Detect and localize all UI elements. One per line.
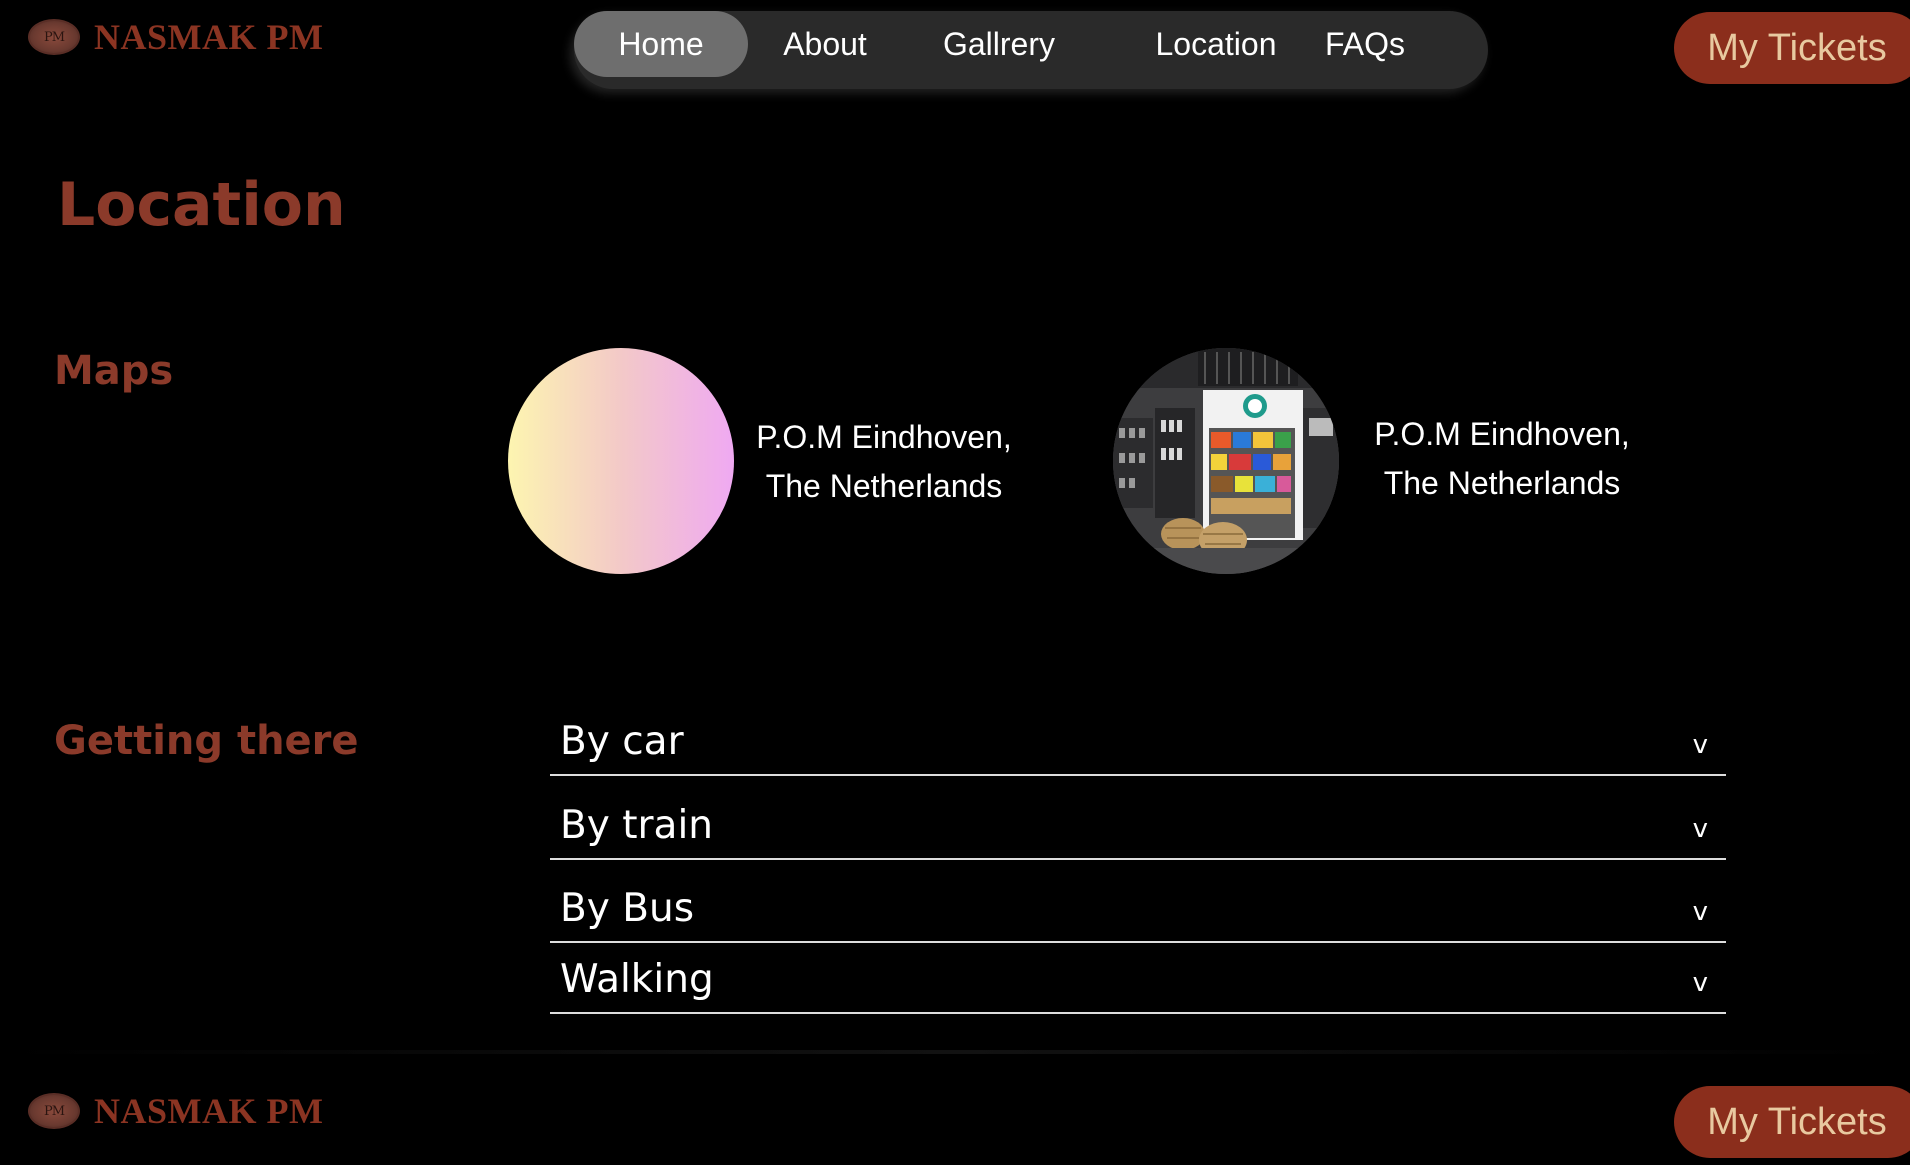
my-tickets-button[interactable]: My Tickets	[1674, 12, 1910, 84]
header-logo[interactable]: PM NASMAK PM	[28, 16, 323, 58]
accordion-label: By Bus	[560, 886, 695, 931]
map-caption-1: P.O.M Eindhoven, The Netherlands	[744, 413, 1024, 511]
map-caption-2: P.O.M Eindhoven, The Netherlands	[1362, 410, 1642, 508]
chevron-down-icon: v	[1692, 730, 1708, 760]
chevron-down-icon: v	[1692, 968, 1708, 998]
maps-heading: Maps	[54, 348, 174, 394]
nav-item-home[interactable]: Home	[574, 11, 748, 77]
page-title: Location	[57, 170, 346, 240]
logo-badge-icon: PM	[28, 1093, 80, 1129]
map-image-2[interactable]	[1113, 348, 1339, 574]
accordion-item-by-bus[interactable]: By Bus v	[550, 860, 1726, 943]
nav-item-location[interactable]: Location	[1136, 11, 1296, 77]
accordion-label: By train	[560, 803, 714, 848]
footer-logo[interactable]: PM NASMAK PM	[28, 1090, 323, 1132]
map-caption-2-line2: The Netherlands	[1383, 465, 1621, 501]
footer-logo-text: NASMAK PM	[94, 1091, 324, 1131]
footer-divider	[0, 1050, 1910, 1054]
accordion-label: By car	[560, 719, 684, 764]
chevron-down-icon: v	[1692, 814, 1708, 844]
accordion-item-walking[interactable]: Walking v	[550, 943, 1726, 1014]
nav-item-gallery[interactable]: Gallrery	[914, 11, 1084, 77]
accordion-item-by-train[interactable]: By train v	[550, 776, 1726, 860]
logo-badge-icon: PM	[28, 19, 80, 55]
map-caption-2-line1: P.O.M Eindhoven,	[1374, 416, 1630, 452]
map-caption-1-line1: P.O.M Eindhoven,	[756, 419, 1012, 455]
main-nav: Home About Gallrery Location FAQs	[574, 11, 1488, 89]
footer-my-tickets-button[interactable]: My Tickets	[1674, 1086, 1910, 1158]
accordion-label: Walking	[560, 957, 714, 1002]
nav-item-about[interactable]: About	[748, 11, 902, 77]
chevron-down-icon: v	[1692, 897, 1708, 927]
map-caption-1-line2: The Netherlands	[765, 468, 1003, 504]
getting-there-heading: Getting there	[54, 718, 359, 764]
map-image-1[interactable]	[508, 348, 734, 574]
logo-text: NASMAK PM	[94, 17, 324, 57]
shop-interior-photo-icon	[1113, 348, 1339, 574]
accordion-item-by-car[interactable]: By car v	[550, 700, 1726, 776]
nav-item-faqs[interactable]: FAQs	[1320, 11, 1410, 77]
